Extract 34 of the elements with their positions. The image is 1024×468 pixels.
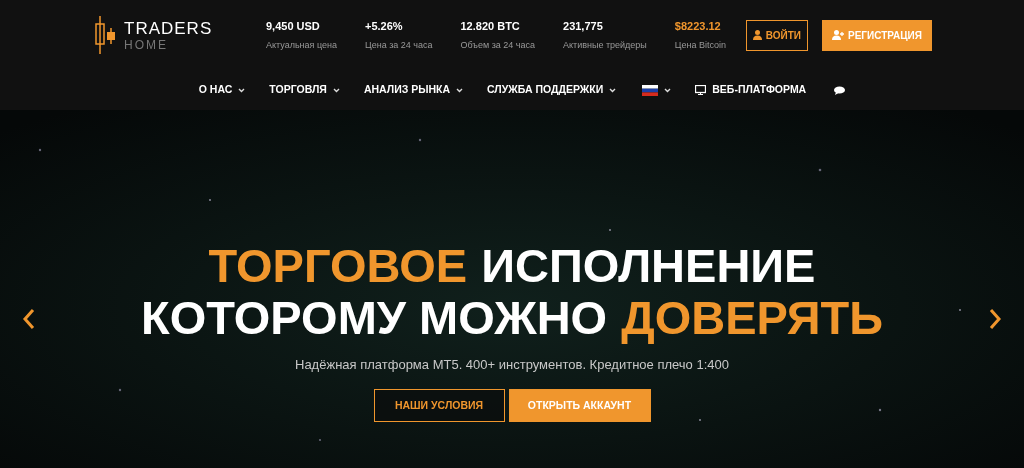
chat-icon [834,85,846,95]
add-user-icon [832,30,844,40]
stat-label: Объем за 24 часа [460,38,535,52]
stat-label: Активные трейдеры [563,38,647,52]
stat-value: 12.820 BTC [460,19,521,34]
user-icon [752,30,762,40]
nav-menu-item[interactable]: АНАЛИЗ РЫНКА [363,82,464,98]
nav-menu-item[interactable]: О НАС [198,82,246,98]
monitor-icon [695,85,707,95]
stat-value: +5.26% [365,19,404,34]
stat-label: Цена Bitcoin [674,38,726,52]
hero-subtitle: Надёжная платформа MT5. 400+ инструментов. Кредитное плечо 1:400 [295,356,729,375]
web-platform-link[interactable]: ВЕБ-ПЛАТФОРМА [695,82,807,98]
our-terms-button[interactable]: НАШИ УСЛОВИЯ [373,388,505,422]
stat-label: Цена за 24 часа [365,38,433,52]
candlestick-logo-icon [94,16,116,54]
language-selector[interactable] [642,84,672,96]
headline-text: ТОРГОВОЕ [208,240,468,292]
previous-arrow-icon[interactable] [22,308,36,330]
headline-text: ДОВЕРЯТЬ [621,291,883,344]
chat-link[interactable] [834,85,846,95]
nav-menu-item[interactable]: ТОРГОВЛЯ [269,82,340,98]
stat-value: $8223.12 [674,19,722,34]
nav-menu-item[interactable]: СЛУЖБА ПОДДЕРЖКИ [487,82,617,98]
stat-value: 231,775 [563,19,604,34]
logo-name: TRADERS [124,19,213,37]
stat-value: 9,450 USD [266,19,321,34]
logo-tagline: HOME [124,38,169,51]
stat-label: Актуальная цена [266,38,337,52]
headline-text: КОТОРОМУ МОЖНО [141,291,608,344]
flag-icon [642,84,659,96]
login-button[interactable]: ВОЙТИ [745,19,808,51]
next-arrow-icon[interactable] [988,308,1002,330]
headline-text: ИСПОЛНЕНИЕ [481,240,816,292]
